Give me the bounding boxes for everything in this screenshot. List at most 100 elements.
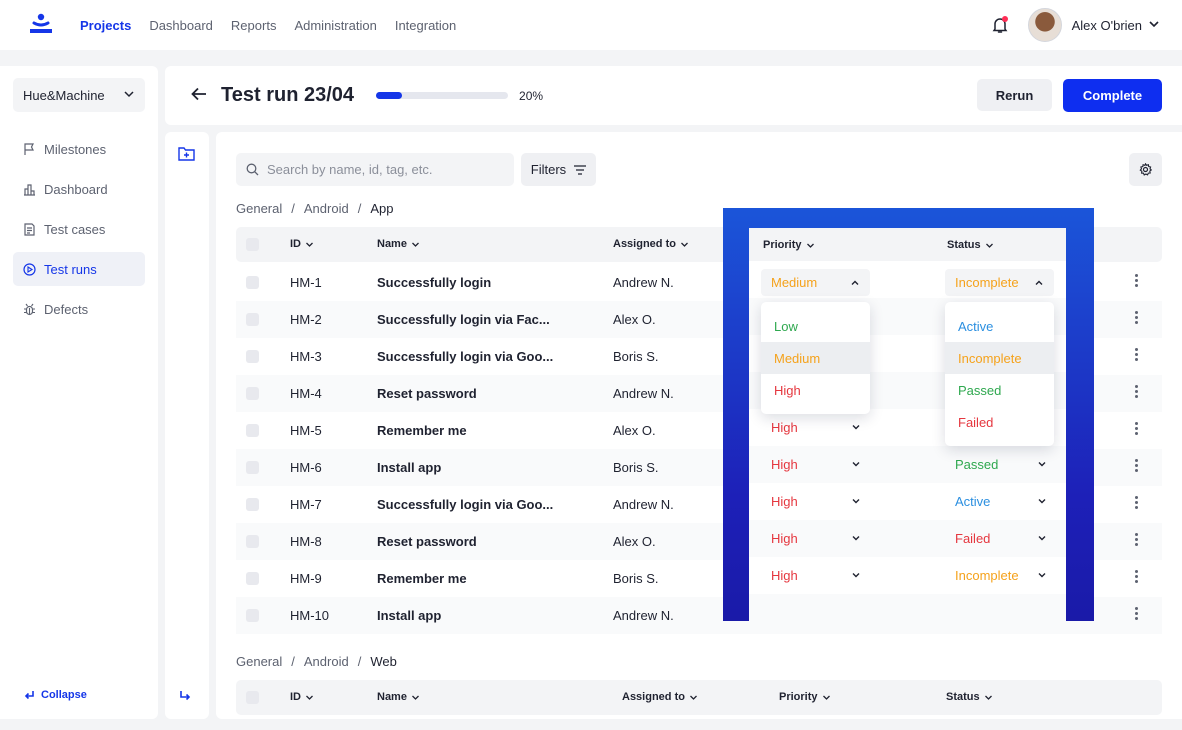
row-checkbox[interactable] [246, 350, 259, 363]
sidebar-item-defects[interactable]: Defects [13, 292, 145, 326]
nav-dashboard[interactable]: Dashboard [149, 18, 213, 33]
row-checkbox[interactable] [246, 424, 259, 437]
status-select[interactable]: Incomplete [955, 568, 1047, 583]
search-placeholder: Search by name, id, tag, etc. [267, 162, 433, 177]
column-name[interactable]: Name [377, 691, 420, 703]
status-option-passed[interactable]: Passed [945, 374, 1054, 406]
row-checkbox[interactable] [246, 498, 259, 511]
notification-bell-icon[interactable] [990, 15, 1010, 35]
row-checkbox[interactable] [246, 387, 259, 400]
priority-select[interactable]: High [771, 568, 861, 583]
breadcrumb-item[interactable]: General [236, 201, 282, 216]
filters-button[interactable]: Filters [521, 153, 596, 186]
column-assigned[interactable]: Assigned to [622, 691, 698, 703]
priority-option-low[interactable]: Low [761, 310, 870, 342]
nav-administration[interactable]: Administration [294, 18, 376, 33]
row-menu-icon[interactable] [1131, 274, 1141, 287]
status-select[interactable]: Passed [955, 457, 1047, 472]
row-checkbox[interactable] [246, 535, 259, 548]
row-checkbox[interactable] [246, 313, 259, 326]
priority-select[interactable]: High [771, 457, 861, 472]
add-folder-icon[interactable] [178, 146, 195, 164]
row-menu-icon[interactable] [1131, 459, 1141, 472]
priority-select[interactable]: High [771, 494, 861, 509]
status-select[interactable]: Failed [955, 531, 1047, 546]
status-select[interactable]: Incomplete [945, 269, 1054, 296]
row-menu-icon[interactable] [1131, 348, 1141, 361]
priority-select[interactable]: Medium [761, 269, 870, 296]
row-id: HM-2 [290, 312, 322, 327]
column-id[interactable]: ID [290, 691, 314, 703]
sidebar-item-label: Defects [44, 301, 89, 317]
row-menu-icon[interactable] [1131, 607, 1141, 620]
breadcrumb-item[interactable]: General [236, 654, 282, 669]
back-arrow-icon[interactable] [191, 85, 207, 106]
priority-option-medium[interactable]: Medium [761, 342, 870, 374]
row-checkbox[interactable] [246, 572, 259, 585]
column-priority[interactable]: Priority [779, 691, 831, 703]
chevron-down-icon[interactable] [1148, 18, 1160, 33]
row-name[interactable]: Remember me [377, 423, 467, 438]
row-menu-icon[interactable] [1131, 570, 1141, 583]
complete-button[interactable]: Complete [1063, 79, 1162, 112]
app-logo-icon[interactable] [28, 13, 54, 37]
row-name[interactable]: Reset password [377, 386, 477, 401]
breadcrumb-item[interactable]: App [370, 201, 393, 216]
row-name[interactable]: Install app [377, 608, 441, 623]
column-id[interactable]: ID [290, 238, 314, 250]
row-menu-icon[interactable] [1131, 533, 1141, 546]
user-name[interactable]: Alex O'brien [1072, 18, 1142, 33]
row-menu-icon[interactable] [1131, 311, 1141, 324]
org-selector[interactable]: Hue&Machine [13, 78, 145, 112]
row-checkbox[interactable] [246, 461, 259, 474]
sidebar-item-dashboard[interactable]: Dashboard [13, 172, 145, 206]
select-all-checkbox[interactable] [246, 691, 259, 704]
priority-option-high[interactable]: High [761, 374, 870, 406]
status-option-active[interactable]: Active [945, 310, 1054, 342]
column-assigned[interactable]: Assigned to [613, 238, 689, 250]
breadcrumb-item[interactable]: Android [304, 654, 349, 669]
row-name[interactable]: Install app [377, 460, 441, 475]
row-menu-icon[interactable] [1131, 385, 1141, 398]
status-option-failed[interactable]: Failed [945, 406, 1054, 438]
expand-arrow-icon[interactable] [179, 689, 191, 705]
row-checkbox[interactable] [246, 609, 259, 622]
breadcrumb-item[interactable]: Android [304, 201, 349, 216]
breadcrumb-item[interactable]: Web [370, 654, 397, 669]
row-assignee: Boris S. [613, 460, 659, 475]
nav-integration[interactable]: Integration [395, 18, 456, 33]
sidebar-item-test-cases[interactable]: Test cases [13, 212, 145, 246]
row-menu-icon[interactable] [1131, 496, 1141, 509]
nav-reports[interactable]: Reports [231, 18, 277, 33]
priority-select[interactable]: High [771, 531, 861, 546]
chevron-down-icon [851, 531, 861, 546]
row-menu-icon[interactable] [1131, 422, 1141, 435]
row-name[interactable]: Reset password [377, 534, 477, 549]
priority-select[interactable]: High [771, 420, 861, 435]
select-all-checkbox[interactable] [246, 238, 259, 251]
status-option-incomplete[interactable]: Incomplete [945, 342, 1054, 374]
column-priority[interactable]: Priority [763, 239, 815, 251]
avatar[interactable] [1027, 8, 1062, 42]
collapse-button[interactable]: Collapse [24, 689, 87, 701]
chevron-down-icon [822, 695, 830, 700]
row-name[interactable]: Successfully login via Goo... [377, 497, 553, 512]
priority-value: High [771, 531, 798, 546]
rerun-button[interactable]: Rerun [977, 79, 1052, 111]
gear-icon [1139, 163, 1152, 176]
column-status[interactable]: Status [946, 691, 993, 703]
column-name[interactable]: Name [377, 238, 420, 250]
status-select[interactable]: Active [955, 494, 1047, 509]
row-name[interactable]: Remember me [377, 571, 467, 586]
settings-button[interactable] [1129, 153, 1162, 186]
row-name[interactable]: Successfully login [377, 275, 491, 290]
sidebar-item-test-runs[interactable]: Test runs [13, 252, 145, 286]
chevron-down-icon [680, 242, 688, 247]
row-name[interactable]: Successfully login via Goo... [377, 349, 553, 364]
row-name[interactable]: Successfully login via Fac... [377, 312, 550, 327]
column-status[interactable]: Status [947, 239, 994, 251]
search-input[interactable]: Search by name, id, tag, etc. [236, 153, 514, 186]
row-checkbox[interactable] [246, 276, 259, 289]
nav-projects[interactable]: Projects [80, 18, 131, 33]
sidebar-item-milestones[interactable]: Milestones [13, 132, 145, 166]
